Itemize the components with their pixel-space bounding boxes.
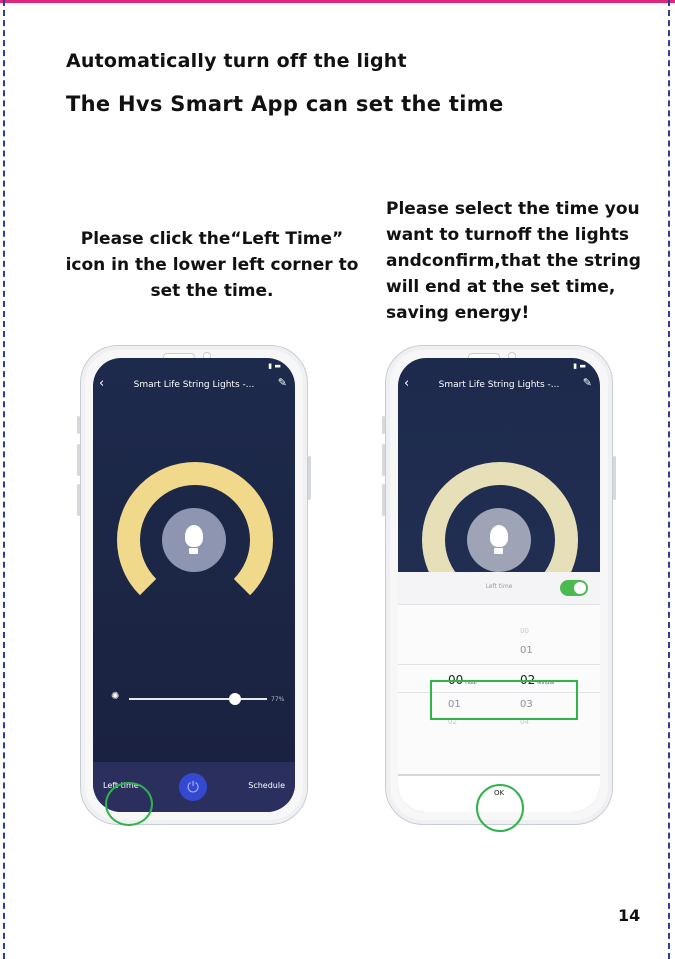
app-title: Smart Life String Lights -... <box>133 380 255 390</box>
side-button <box>613 456 616 500</box>
bulb-icon <box>185 525 203 547</box>
side-button <box>382 484 385 516</box>
edit-icon[interactable]: ✎ <box>278 376 287 389</box>
status-icons: ▮ ▬ <box>573 362 586 370</box>
schedule-button[interactable]: Schedule <box>248 781 285 790</box>
power-icon[interactable]: ⏻ <box>179 773 207 801</box>
heading-line-2: The Hvs Smart App can set the time <box>66 92 504 116</box>
slider-value: 77% <box>271 696 285 703</box>
side-button <box>77 484 80 516</box>
status-icons: ▮ ▬ <box>268 362 281 370</box>
brightness-slider[interactable] <box>129 698 267 700</box>
highlight-circle <box>105 782 153 826</box>
phone-left: ▮ ▬ ‹ Smart Life String Lights -... ✎ ✺ … <box>77 345 311 826</box>
left-border <box>3 0 5 959</box>
minute-option[interactable]: 01 <box>520 645 533 656</box>
highlight-circle <box>476 784 524 832</box>
side-button <box>77 444 80 476</box>
side-button <box>382 416 385 434</box>
slider-knob[interactable] <box>229 693 242 705</box>
caption-right: Please select the time you want to turno… <box>386 199 641 323</box>
toggle-knob <box>574 582 586 594</box>
highlight-rect <box>430 680 578 720</box>
bulb-base <box>189 548 198 554</box>
bulb-icon <box>490 525 508 547</box>
bulb-base <box>494 548 503 554</box>
top-rule <box>0 0 675 3</box>
brightness-icon: ✺ <box>111 691 120 702</box>
right-border <box>668 0 670 959</box>
app-screen: ▮ ▬ ‹ Smart Life String Lights -... ✎ Le… <box>398 358 600 812</box>
side-button <box>308 456 311 500</box>
side-button <box>77 416 80 434</box>
heading-line-1: Automatically turn off the light <box>66 50 407 72</box>
edit-icon[interactable]: ✎ <box>583 376 592 389</box>
left-time-toggle[interactable] <box>560 580 588 596</box>
sheet-header: Left time <box>398 572 600 605</box>
picker-divider <box>398 664 600 665</box>
caption-left: Please click the“Left Time” icon in the … <box>65 229 359 301</box>
side-button <box>382 444 385 476</box>
app-title: Smart Life String Lights -... <box>438 380 560 390</box>
page-number: 14 <box>618 906 641 925</box>
minute-option[interactable]: 00 <box>520 627 529 635</box>
app-screen: ▮ ▬ ‹ Smart Life String Lights -... ✎ ✺ … <box>93 358 295 812</box>
phone-right: ▮ ▬ ‹ Smart Life String Lights -... ✎ Le… <box>382 345 616 832</box>
